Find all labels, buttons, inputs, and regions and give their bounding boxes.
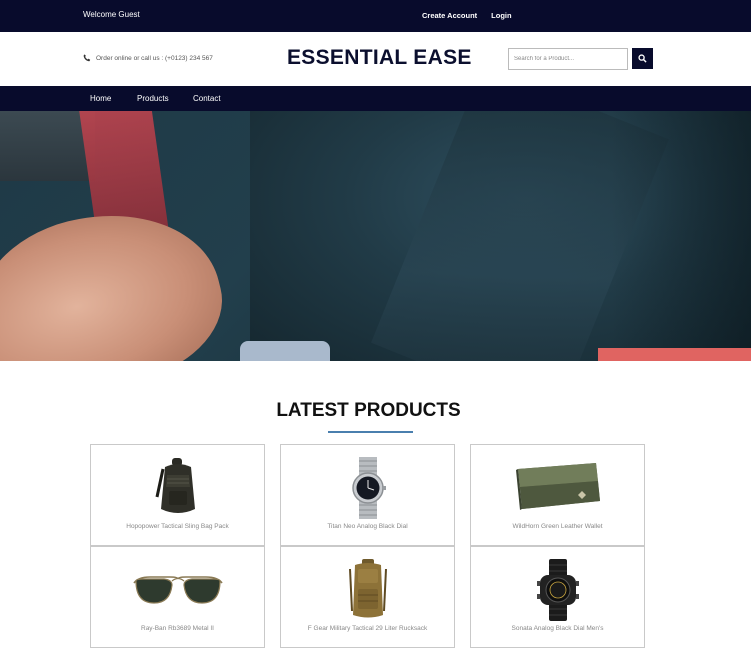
product-name[interactable]: Ray-Ban Rb3689 Metal II [91, 625, 264, 632]
search-input[interactable] [508, 48, 628, 70]
title-underline [328, 431, 413, 433]
site-header: Order online or call us : (+0123) 234 56… [0, 32, 751, 86]
product-card[interactable]: Titan Neo Analog Black Dial [280, 444, 455, 546]
search-button[interactable] [632, 48, 653, 69]
product-image[interactable] [91, 457, 264, 519]
phone-text: Order online or call us : (+0123) 234 56… [96, 54, 213, 62]
welcome-text: Welcome Guest [83, 10, 140, 19]
product-name[interactable]: WildHorn Green Leather Wallet [471, 523, 644, 530]
sports-watch-icon [536, 559, 579, 621]
create-account-link[interactable]: Create Account [422, 11, 477, 20]
section-title: LATEST PRODUCTS [276, 400, 461, 421]
wallet-icon [515, 463, 600, 510]
product-name[interactable]: Titan Neo Analog Black Dial [281, 523, 454, 530]
product-image[interactable] [471, 559, 644, 621]
product-image[interactable] [281, 457, 454, 519]
product-card[interactable]: Hopopower Tactical Sling Bag Pack [90, 444, 265, 546]
nav-contact[interactable]: Contact [193, 94, 221, 103]
phone-icon [83, 54, 91, 62]
nav-products[interactable]: Products [137, 94, 169, 103]
hero-shirt-cuff [240, 341, 330, 361]
hero-banner-image[interactable] [0, 111, 751, 361]
hero-vignette [611, 111, 751, 361]
account-links: Create Account Login [422, 11, 512, 20]
hero-caption-badge [598, 348, 751, 361]
product-card[interactable]: Ray-Ban Rb3689 Metal II [90, 546, 265, 648]
product-image[interactable] [91, 559, 264, 621]
main-nav: Home Products Contact [0, 86, 751, 111]
hero-hand [0, 189, 237, 361]
login-link[interactable]: Login [491, 11, 511, 20]
product-image[interactable] [281, 559, 454, 621]
phone-contact: Order online or call us : (+0123) 234 56… [83, 54, 213, 62]
product-card[interactable]: F Gear Military Tactical 29 Liter Rucksa… [280, 546, 455, 648]
sling-bag-icon [155, 458, 195, 513]
nav-home[interactable]: Home [90, 94, 111, 103]
product-name[interactable]: Hopopower Tactical Sling Bag Pack [91, 523, 264, 530]
brand-logo[interactable]: ESSENTIAL EASE [287, 46, 472, 70]
wristwatch-icon [351, 457, 386, 519]
product-image[interactable] [471, 457, 644, 519]
top-bar: Welcome Guest Create Account Login [0, 0, 751, 32]
search-icon [638, 54, 647, 63]
product-card[interactable]: Sonata Analog Black Dial Men's [470, 546, 645, 648]
product-name[interactable]: Sonata Analog Black Dial Men's [471, 625, 644, 632]
product-card[interactable]: WildHorn Green Leather Wallet [470, 444, 645, 546]
sunglasses-icon [132, 576, 223, 604]
product-name[interactable]: F Gear Military Tactical 29 Liter Rucksa… [281, 625, 454, 632]
backpack-icon [348, 559, 387, 618]
